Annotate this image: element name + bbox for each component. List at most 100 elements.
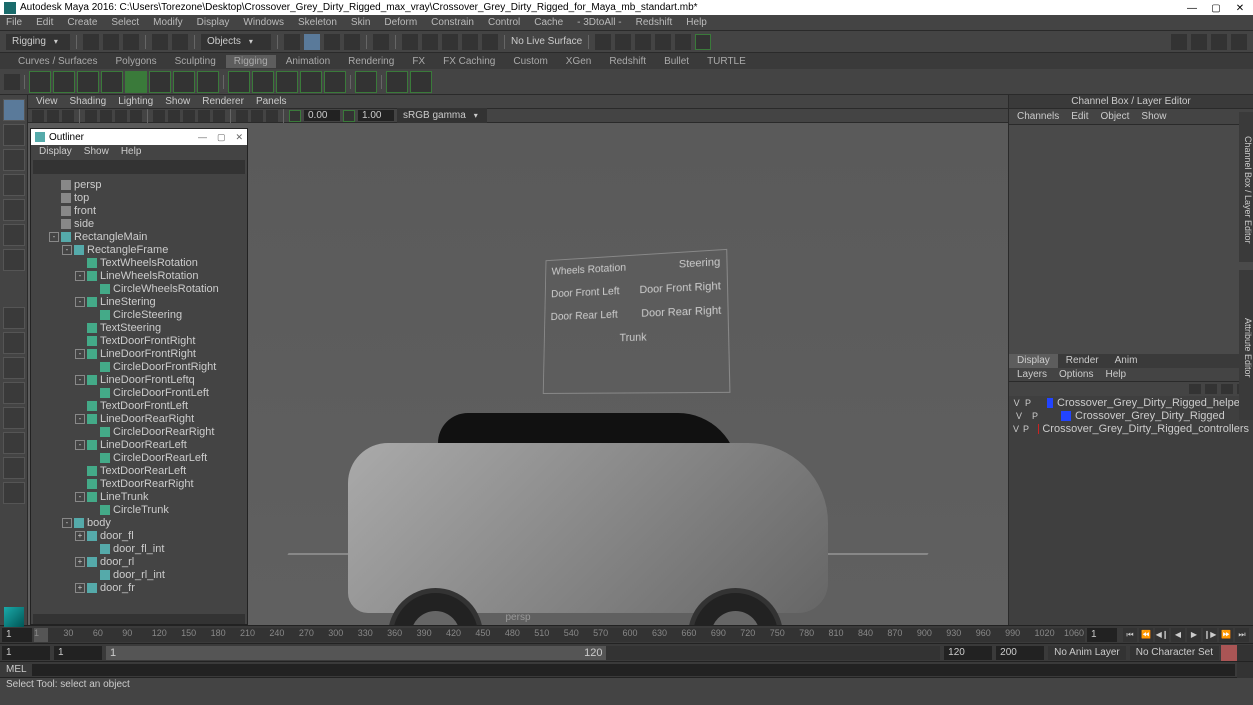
- account-icon[interactable]: [1171, 34, 1187, 50]
- layer-type-cell[interactable]: [1036, 398, 1043, 408]
- history-on-icon[interactable]: [373, 34, 389, 50]
- maximize-button[interactable]: ▢: [1211, 3, 1221, 13]
- menu-skin[interactable]: Skin: [351, 17, 370, 28]
- vp-xray-icon[interactable]: [251, 110, 263, 122]
- layer-vis-toggle[interactable]: V: [1013, 424, 1019, 434]
- vp-wire-icon[interactable]: [153, 110, 165, 122]
- channel-menu-show[interactable]: Show: [1141, 111, 1166, 122]
- vp-menu-renderer[interactable]: Renderer: [202, 96, 244, 107]
- outliner-node[interactable]: -RectangleMain: [31, 230, 247, 243]
- vp-textured-icon[interactable]: [183, 110, 195, 122]
- layer-row[interactable]: VPCrossover_Grey_Dirty_Rigged_controller…: [1009, 422, 1253, 435]
- layer-color-swatch[interactable]: [1061, 411, 1071, 421]
- range-end-outer-field[interactable]: 200: [996, 646, 1044, 660]
- lasso-tool[interactable]: [3, 124, 25, 146]
- go-start-button[interactable]: ⏮: [1123, 628, 1137, 642]
- layer-type-cell[interactable]: [1045, 411, 1057, 421]
- shelf-tab-polygons[interactable]: Polygons: [107, 55, 164, 68]
- close-button[interactable]: ✕: [1235, 3, 1245, 13]
- shelf-tab-rigging[interactable]: Rigging: [226, 55, 276, 68]
- attribute-editor-side-tab[interactable]: Attribute Editor: [1239, 270, 1253, 420]
- vp-menu-show[interactable]: Show: [165, 96, 190, 107]
- layer-tab-display[interactable]: Display: [1009, 354, 1058, 368]
- outliner-max-button[interactable]: ▢: [217, 132, 226, 143]
- range-end-inner-field[interactable]: 120: [944, 646, 992, 660]
- snap-grid-icon[interactable]: [284, 34, 300, 50]
- layer-menu-help[interactable]: Help: [1105, 369, 1126, 380]
- outliner-node[interactable]: -LineStering: [31, 295, 247, 308]
- layout-hyper-icon[interactable]: [3, 482, 25, 504]
- expand-toggle[interactable]: -: [75, 271, 85, 281]
- vp-bookmark-icon[interactable]: [47, 110, 59, 122]
- vp-exposure-field[interactable]: 0.00: [304, 110, 340, 121]
- menu-select[interactable]: Select: [111, 17, 139, 28]
- settings-3-icon[interactable]: [1231, 34, 1247, 50]
- save-scene-icon[interactable]: [123, 34, 139, 50]
- snap-plane-icon[interactable]: [344, 34, 360, 50]
- shelf-item-16[interactable]: [410, 71, 432, 93]
- snap-point-icon[interactable]: [324, 34, 340, 50]
- new-scene-icon[interactable]: [83, 34, 99, 50]
- outliner-tree[interactable]: persptopfrontside-RectangleMain-Rectangl…: [31, 176, 247, 614]
- outliner-node[interactable]: -LineDoorFrontLeftq: [31, 373, 247, 386]
- shelf-tab-rendering[interactable]: Rendering: [340, 55, 402, 68]
- outliner-camera-persp[interactable]: persp: [31, 178, 247, 191]
- outliner-node[interactable]: TextDoorFrontRight: [31, 334, 247, 347]
- shelf-item-1[interactable]: [29, 71, 51, 93]
- outliner-search-input[interactable]: [33, 160, 245, 174]
- outliner-menu-show[interactable]: Show: [84, 146, 109, 157]
- step-back-button[interactable]: ◀❙: [1155, 628, 1169, 642]
- menu-file[interactable]: File: [6, 17, 22, 28]
- expand-toggle[interactable]: -: [75, 440, 85, 450]
- shelf-tab-fx[interactable]: FX: [404, 55, 433, 68]
- shelf-item-10[interactable]: [252, 71, 274, 93]
- layout-four-icon[interactable]: [3, 332, 25, 354]
- layout-2-icon[interactable]: [635, 34, 651, 50]
- shelf-tab-turtle[interactable]: TURTLE: [699, 55, 754, 68]
- render-settings-icon[interactable]: [442, 34, 458, 50]
- outliner-menu-help[interactable]: Help: [121, 146, 142, 157]
- layout-two-v-icon[interactable]: [3, 357, 25, 379]
- undo-icon[interactable]: [152, 34, 168, 50]
- menu-skeleton[interactable]: Skeleton: [298, 17, 337, 28]
- vp-gamma-field[interactable]: 1.00: [358, 110, 394, 121]
- layer-add-empty-icon[interactable]: [1221, 384, 1233, 394]
- timeline-start-field[interactable]: 1: [2, 628, 32, 642]
- range-start-outer-field[interactable]: 1: [2, 646, 50, 660]
- channel-menu-object[interactable]: Object: [1101, 111, 1130, 122]
- outliner-scrollbar[interactable]: [33, 614, 245, 624]
- select-tool[interactable]: [3, 99, 25, 121]
- expand-toggle[interactable]: +: [75, 583, 85, 593]
- render-icon[interactable]: [402, 34, 418, 50]
- expand-toggle[interactable]: -: [75, 414, 85, 424]
- soft-mod-tool[interactable]: [3, 224, 25, 246]
- outliner-node[interactable]: -LineDoorRearLeft: [31, 438, 247, 451]
- range-track[interactable]: 1120: [106, 646, 940, 660]
- outliner-node[interactable]: +door_rl: [31, 555, 247, 568]
- outliner-camera-top[interactable]: top: [31, 191, 247, 204]
- vp-xray-joint-icon[interactable]: [266, 110, 278, 122]
- layer-move-up-icon[interactable]: [1189, 384, 1201, 394]
- menu-deform[interactable]: Deform: [384, 17, 417, 28]
- script-editor-icon[interactable]: [1237, 662, 1253, 678]
- layout-graph-icon[interactable]: [3, 457, 25, 479]
- outliner-node[interactable]: TextSteering: [31, 321, 247, 334]
- expand-toggle[interactable]: -: [75, 297, 85, 307]
- vp-shadows-icon[interactable]: [213, 110, 225, 122]
- layout-persp-icon[interactable]: [3, 407, 25, 429]
- layer-playback-toggle[interactable]: P: [1029, 411, 1041, 421]
- expand-toggle[interactable]: -: [75, 375, 85, 385]
- vp-menu-panels[interactable]: Panels: [256, 96, 287, 107]
- outliner-node[interactable]: door_fl_int: [31, 542, 247, 555]
- layer-tab-anim[interactable]: Anim: [1107, 354, 1146, 368]
- outliner-node[interactable]: door_rl_int: [31, 568, 247, 581]
- render-view-icon[interactable]: [462, 34, 478, 50]
- shelf-tab-sculpting[interactable]: Sculpting: [167, 55, 224, 68]
- outliner-camera-front[interactable]: front: [31, 204, 247, 217]
- play-back-button[interactable]: ◀: [1171, 628, 1185, 642]
- vp-expose-icon[interactable]: [289, 110, 301, 122]
- channel-box-side-tab[interactable]: Channel Box / Layer Editor: [1239, 112, 1253, 262]
- layer-tab-render[interactable]: Render: [1058, 354, 1107, 368]
- layer-menu-options[interactable]: Options: [1059, 369, 1093, 380]
- menu-constrain[interactable]: Constrain: [431, 17, 474, 28]
